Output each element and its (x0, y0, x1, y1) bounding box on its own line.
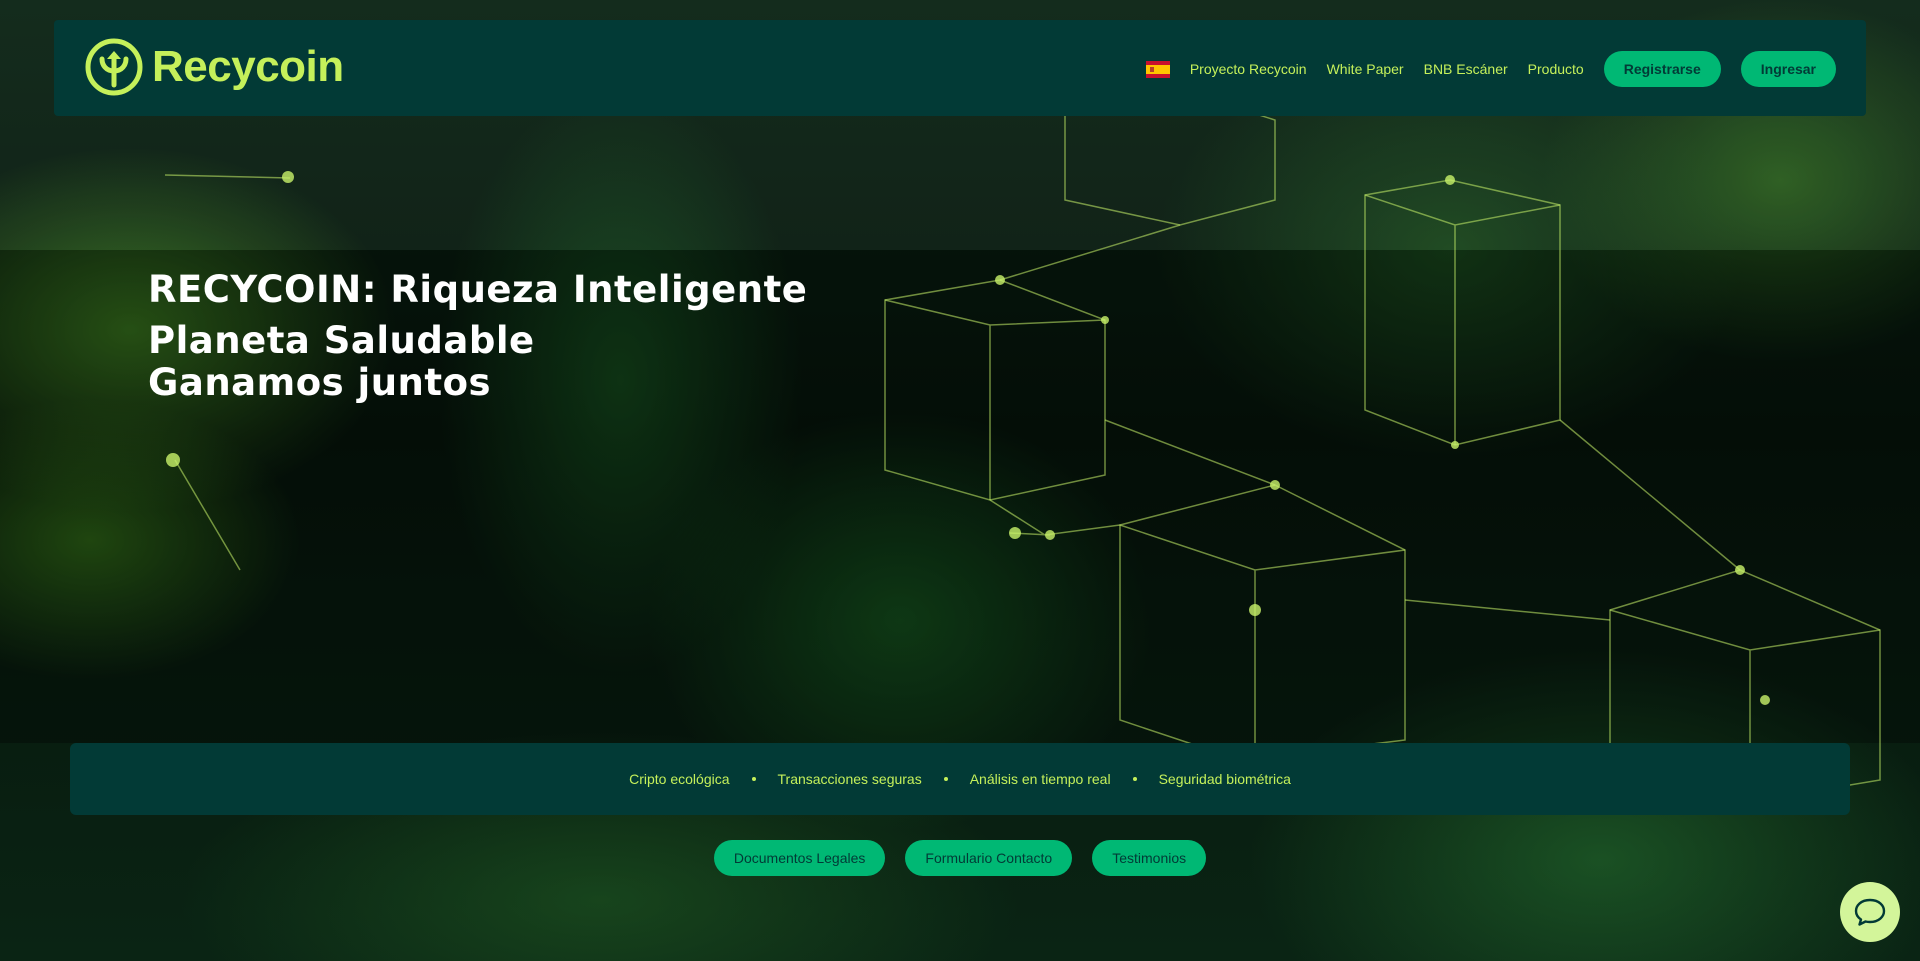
nav-link-bnb-escaner[interactable]: BNB Escáner (1424, 61, 1508, 77)
separator-dot (1132, 777, 1137, 781)
hero-headline-line-1: RECYCOIN: Riqueza Inteligente (148, 268, 808, 311)
testimonials-button[interactable]: Testimonios (1092, 840, 1207, 876)
main-nav: Proyecto Recycoin White Paper BNB Escáne… (1145, 51, 1836, 87)
feature-item: Transacciones seguras (777, 771, 922, 787)
brand-name: Recycoin (152, 42, 344, 91)
legal-documents-button[interactable]: Documentos Legales (713, 840, 886, 876)
hero-headline: RECYCOIN: Riqueza Inteligente Planeta Sa… (148, 266, 807, 407)
recycoin-leaf-logo-icon (85, 38, 143, 96)
separator-dot (751, 777, 756, 781)
feature-item: Análisis en tiempo real (969, 771, 1111, 787)
nav-link-proyecto-recycoin[interactable]: Proyecto Recycoin (1190, 61, 1307, 77)
feature-item: Cripto ecológica (629, 771, 730, 787)
network-cubes-illustration (164, 86, 1881, 801)
register-button[interactable]: Registrarse (1603, 51, 1721, 87)
features-bar: Cripto ecológica Transacciones seguras A… (70, 743, 1850, 815)
spain-flag-icon[interactable] (1145, 60, 1170, 78)
hero-background-image (0, 0, 1920, 961)
feature-item: Seguridad biométrica (1158, 771, 1291, 787)
logo[interactable]: Recycoin (84, 34, 344, 100)
footer-links: Documentos Legales Formulario Contacto T… (0, 840, 1920, 876)
separator-dot (943, 777, 948, 781)
nav-link-producto[interactable]: Producto (1528, 61, 1584, 77)
hero-headline-line-2: Planeta Saludable (148, 319, 535, 362)
chat-button[interactable] (1840, 882, 1900, 942)
login-button[interactable]: Ingresar (1740, 51, 1836, 87)
hero-headline-line-3: Ganamos juntos (148, 361, 492, 404)
top-navbar: Recycoin Proyecto Recycoin White Paper B… (54, 20, 1866, 116)
chat-bubble-icon (1854, 898, 1886, 926)
nav-link-white-paper[interactable]: White Paper (1327, 61, 1404, 77)
contact-form-button[interactable]: Formulario Contacto (905, 840, 1073, 876)
